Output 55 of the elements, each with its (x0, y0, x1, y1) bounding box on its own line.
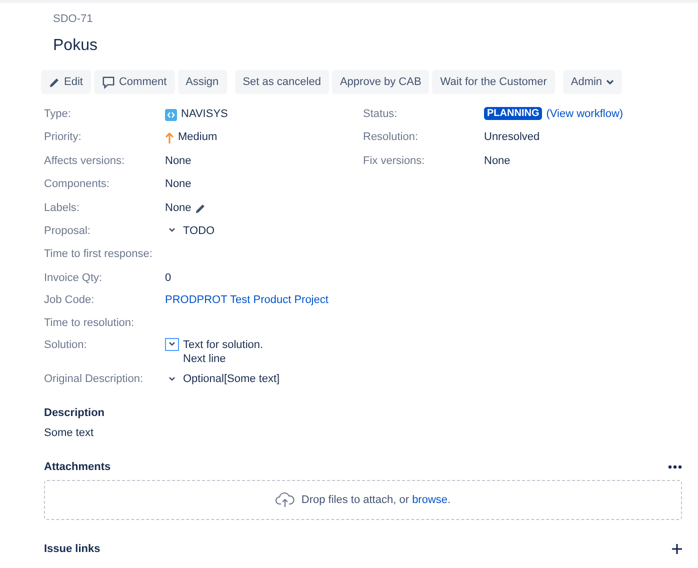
field-value: None (165, 154, 192, 167)
field-label: Job Code: (44, 294, 96, 308)
field-label: Priority: (44, 131, 82, 146)
field-value: Next line (183, 352, 227, 365)
toolbar-button[interactable]: Assign (178, 70, 227, 94)
comment-icon (102, 76, 115, 88)
issue-type-icon (165, 109, 177, 121)
field-label: Resolution: (363, 131, 420, 146)
field-label: Labels: (44, 202, 80, 216)
toolbar-button[interactable]: Admin (562, 70, 622, 94)
field-label: Fix versions: (363, 154, 426, 169)
field-label: Type: (44, 108, 72, 122)
field-label: Affects versions: (44, 154, 126, 169)
toolbar-button[interactable]: Comment (94, 70, 175, 94)
arrow-up-icon (165, 132, 174, 144)
section-heading: Attachments (44, 460, 111, 473)
field-value: 0 (165, 272, 172, 284)
field-label: Components: (44, 178, 110, 192)
field-label: Time to first response: (44, 248, 154, 262)
field-value: Unresolved (484, 131, 540, 144)
cloud-upload-icon (275, 492, 296, 508)
field-value: TODO (183, 224, 215, 237)
field-value: None (165, 178, 192, 190)
field-value: None (484, 154, 510, 167)
description-text: Some text (44, 426, 95, 439)
toolbar-button[interactable]: Set as canceled (234, 70, 329, 94)
field-label: Original Description: (44, 373, 144, 388)
status-lozenge[interactable]: PLANNING (484, 107, 542, 120)
view-workflow-link[interactable]: (View workflow) (546, 108, 624, 120)
toolbar-button[interactable]: Wait for the Customer (432, 70, 555, 94)
field-value: Text for solution. (183, 338, 264, 351)
field-label: Proposal: (44, 224, 92, 239)
field-label: Status: (363, 108, 398, 122)
chevron-down-icon[interactable] (165, 338, 179, 351)
toolbar-button[interactable]: Edit (41, 70, 91, 94)
browse-link[interactable]: browse (412, 494, 448, 506)
more-icon[interactable] (668, 464, 682, 469)
field-label: Invoice Qty: (44, 272, 104, 286)
field-value: Medium (178, 131, 218, 144)
pencil-icon (49, 76, 60, 88)
field-label: Solution: (44, 338, 88, 353)
issue-summary: Pokus (53, 37, 98, 55)
field-value: None (165, 202, 192, 214)
field-value: Optional[Some text] (183, 373, 280, 386)
field-label: Time to resolution: (44, 316, 136, 331)
issue-key[interactable]: SDO-71 (53, 13, 682, 25)
toolbar-button[interactable]: Approve by CAB (332, 70, 430, 94)
field-link[interactable]: PRODPROT Test Product Project (165, 294, 328, 306)
field-value: NAVISYS (181, 108, 228, 120)
section-heading: Description (44, 406, 106, 419)
pencil-icon[interactable] (195, 202, 206, 214)
file-drop-zone[interactable]: Drop files to attach, or browse. (44, 480, 682, 520)
plus-icon[interactable] (672, 544, 682, 554)
section-heading: Issue links (44, 542, 100, 555)
drop-text: Drop files to attach, or browse. (301, 494, 451, 506)
